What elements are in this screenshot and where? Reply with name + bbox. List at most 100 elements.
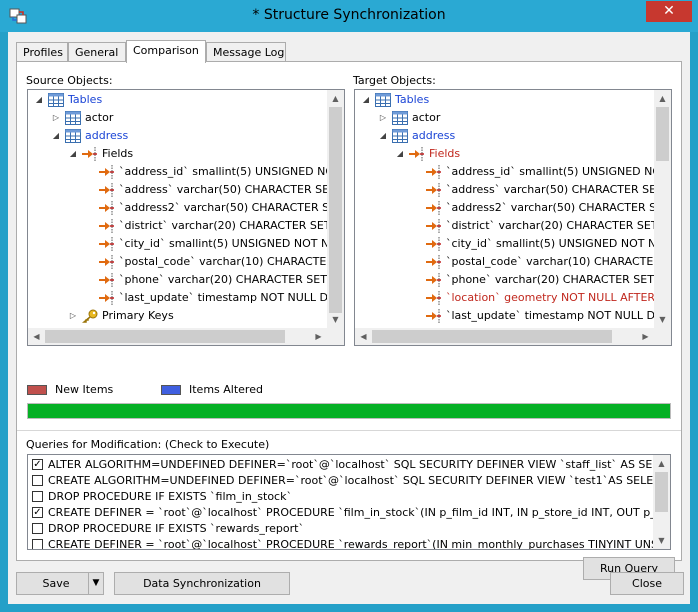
expand-arrow-icon[interactable]: ▷	[378, 109, 388, 127]
data-synchronization-button[interactable]: Data Synchronization	[114, 572, 290, 595]
target-tree-row[interactable]: ◢ Fields	[355, 145, 654, 163]
source-tree-hscroll[interactable]: ◀ ▶	[28, 328, 327, 345]
field-icon	[99, 201, 115, 215]
close-button[interactable]: Close	[610, 572, 684, 595]
scroll-up-icon[interactable]: ▲	[653, 455, 670, 472]
query-row[interactable]: ✓ ALTER ALGORITHM=UNDEFINED DEFINER=`root…	[28, 457, 653, 473]
source-tree-row[interactable]: `address` varchar(50) CHARACTER SET utf8	[28, 181, 327, 199]
source-tree-row-label: `address` varchar(50) CHARACTER SET utf8	[119, 183, 327, 196]
query-row[interactable]: DROP PROCEDURE IF EXISTS `rewards_report…	[28, 521, 653, 537]
scroll-up-icon[interactable]: ▲	[327, 90, 344, 107]
field-icon	[99, 255, 115, 269]
tab-message-log[interactable]: Message Log	[206, 42, 286, 62]
scroll-thumb[interactable]	[372, 330, 612, 343]
scroll-thumb[interactable]	[656, 107, 669, 161]
source-tree-row[interactable]: `postal_code` varchar(10) CHARACTER SET …	[28, 253, 327, 271]
target-tree-row-label: `district` varchar(20) CHARACTER SET utf…	[446, 219, 654, 232]
table-icon	[392, 111, 408, 125]
target-tree[interactable]: `last_update` timestamp NOT NULL DEFAULT…	[354, 89, 672, 346]
query-checkbox[interactable]: ✓	[32, 507, 43, 518]
target-tree-row[interactable]: `address_id` smallint(5) UNSIGNED NOT NU…	[355, 163, 654, 181]
source-tree-row[interactable]: ▷ actor	[28, 109, 327, 127]
target-tree-row[interactable]: `city_id` smallint(5) UNSIGNED NOT NULL	[355, 235, 654, 253]
target-tree-row[interactable]: ▷ actor	[355, 109, 654, 127]
scroll-right-icon[interactable]: ▶	[310, 328, 327, 345]
field-icon	[99, 273, 115, 287]
query-checkbox[interactable]	[32, 475, 43, 486]
scroll-down-icon[interactable]: ▼	[653, 532, 670, 549]
source-tree-row[interactable]: ◢ Tables	[28, 91, 327, 109]
source-tree-row[interactable]: `address2` varchar(50) CHARACTER SET utf…	[28, 199, 327, 217]
source-tree-row-label: `last_update` timestamp NOT NULL DEFAULT	[119, 291, 327, 304]
source-tree-row[interactable]: ▷ Primary Keys	[28, 307, 327, 325]
query-row[interactable]: ✓ CREATE DEFINER = `root`@`localhost` PRO…	[28, 505, 653, 521]
scroll-down-icon[interactable]: ▼	[327, 311, 344, 328]
query-checkbox[interactable]	[32, 491, 43, 502]
save-dropdown-button[interactable]: ▼	[88, 572, 104, 595]
expand-arrow-icon[interactable]: ▷	[51, 109, 61, 127]
target-tree-row[interactable]: `location` geometry NOT NULL AFTER `phon…	[355, 289, 654, 307]
query-row[interactable]: CREATE ALGORITHM=UNDEFINED DEFINER=`root…	[28, 473, 653, 489]
collapse-arrow-icon[interactable]: ◢	[51, 127, 61, 145]
target-tree-row[interactable]: `last_update` timestamp NOT NULL DEFAULT	[355, 307, 654, 325]
source-tree-row[interactable]: ◢ address	[28, 127, 327, 145]
query-checkbox[interactable]: ✓	[32, 459, 43, 470]
target-tree-row-label: Fields	[429, 147, 461, 160]
new-items-label: New Items	[55, 383, 114, 396]
scroll-right-icon[interactable]: ▶	[637, 328, 654, 345]
window-close-button[interactable]: ✕	[646, 1, 692, 22]
source-tree-vscroll[interactable]: ▲ ▼	[327, 90, 344, 328]
target-tree-row[interactable]: `phone` varchar(20) CHARACTER SET utf8	[355, 271, 654, 289]
target-tree-row[interactable]: ◢ address	[355, 127, 654, 145]
collapse-arrow-icon[interactable]: ◢	[68, 145, 78, 163]
queries-vscroll[interactable]: ▲ ▼	[653, 455, 670, 549]
collapse-arrow-icon[interactable]: ◢	[378, 127, 388, 145]
target-tree-row[interactable]: `postal_code` varchar(10) CHARACTER SET …	[355, 253, 654, 271]
scroll-left-icon[interactable]: ◀	[355, 328, 372, 345]
source-tree[interactable]: ▷ Primary Keys `last_update` timestamp NOT…	[27, 89, 345, 346]
scroll-thumb[interactable]	[329, 107, 342, 313]
tab-comparison[interactable]: Comparison	[126, 40, 206, 63]
field-icon	[426, 237, 442, 251]
table-icon	[65, 111, 81, 125]
target-tree-vscroll[interactable]: ▲ ▼	[654, 90, 671, 328]
query-text: CREATE DEFINER = `root`@`localhost` PROC…	[48, 538, 653, 550]
scroll-down-icon[interactable]: ▼	[654, 311, 671, 328]
target-tree-row-label: `address_id` smallint(5) UNSIGNED NOT NU…	[446, 165, 654, 178]
field-icon	[426, 255, 442, 269]
scroll-left-icon[interactable]: ◀	[28, 328, 45, 345]
source-tree-row[interactable]: `district` varchar(20) CHARACTER SET utf…	[28, 217, 327, 235]
tab-general[interactable]: General	[68, 42, 126, 62]
source-tree-row[interactable]: ◢ Fields	[28, 145, 327, 163]
target-tree-row[interactable]: ◢ Tables	[355, 91, 654, 109]
target-tree-row[interactable]: `address` varchar(50) CHARACTER SET utf8	[355, 181, 654, 199]
query-checkbox[interactable]	[32, 539, 43, 549]
scroll-thumb[interactable]	[655, 472, 668, 512]
tab-profiles[interactable]: Profiles	[16, 42, 68, 62]
collapse-arrow-icon[interactable]: ◢	[361, 91, 371, 109]
fields-icon	[82, 147, 98, 161]
source-tree-row[interactable]: `last_update` timestamp NOT NULL DEFAULT	[28, 289, 327, 307]
source-tree-row[interactable]: `phone` varchar(20) CHARACTER SET utf8	[28, 271, 327, 289]
items-altered-label: Items Altered	[189, 383, 263, 396]
source-tree-row[interactable]: `address_id` smallint(5) UNSIGNED NOT NU…	[28, 163, 327, 181]
expand-arrow-icon[interactable]: ▷	[68, 307, 78, 325]
collapse-arrow-icon[interactable]: ◢	[395, 145, 405, 163]
target-tree-row-label: actor	[412, 111, 441, 124]
new-items-swatch	[27, 385, 47, 395]
target-tree-row[interactable]: `address2` varchar(50) CHARACTER SET utf…	[355, 199, 654, 217]
field-icon	[426, 309, 442, 323]
scroll-up-icon[interactable]: ▲	[654, 90, 671, 107]
query-row[interactable]: DROP PROCEDURE IF EXISTS `film_in_stock`	[28, 489, 653, 505]
target-tree-row[interactable]: `district` varchar(20) CHARACTER SET utf…	[355, 217, 654, 235]
query-row[interactable]: CREATE DEFINER = `root`@`localhost` PROC…	[28, 537, 653, 550]
query-checkbox[interactable]	[32, 523, 43, 534]
target-tree-hscroll[interactable]: ◀ ▶	[355, 328, 654, 345]
scroll-thumb[interactable]	[45, 330, 285, 343]
target-tree-row-label: `address` varchar(50) CHARACTER SET utf8	[446, 183, 654, 196]
source-tree-row[interactable]: `city_id` smallint(5) UNSIGNED NOT NULL	[28, 235, 327, 253]
queries-list[interactable]: CREATE DEFINER = `root`@`localhost` PROC…	[27, 454, 671, 550]
collapse-arrow-icon[interactable]: ◢	[34, 91, 44, 109]
table-icon	[375, 93, 391, 107]
save-button[interactable]: Save	[16, 572, 96, 595]
